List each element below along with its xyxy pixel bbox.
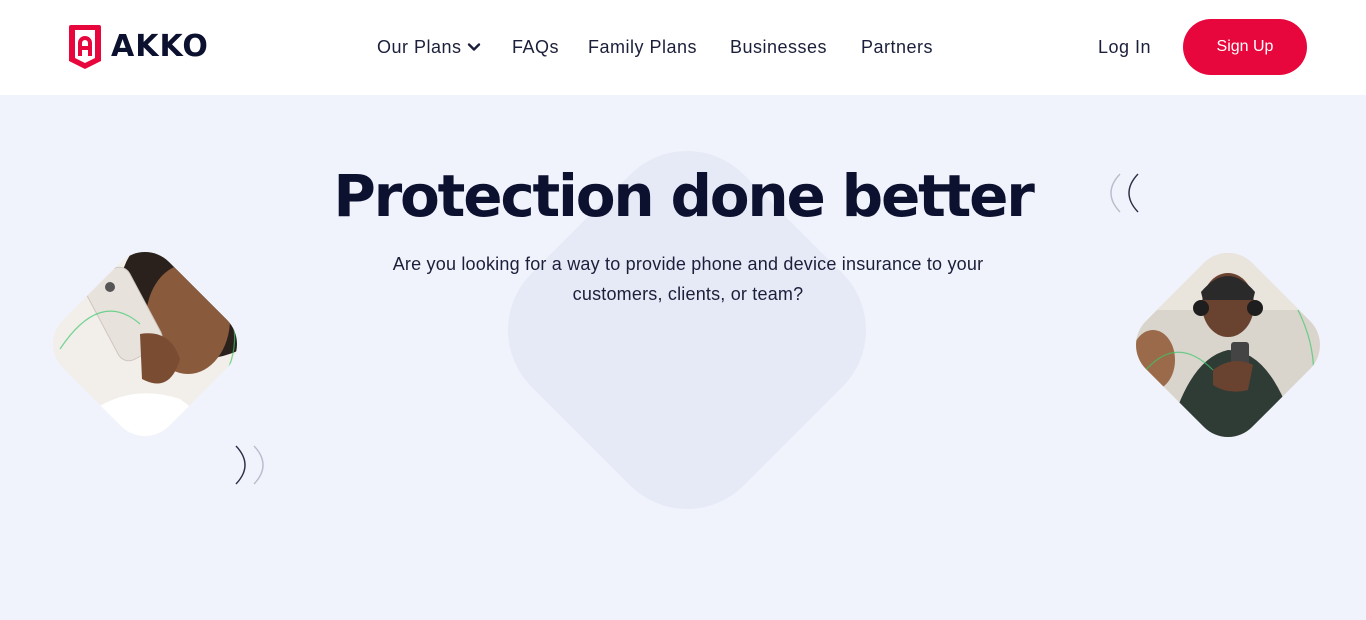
nav-item-family-plans[interactable]: Family Plans <box>588 35 697 59</box>
nav-item-businesses[interactable]: Businesses <box>730 35 827 59</box>
hero-title: Protection done better <box>333 162 1035 230</box>
nav-item-partners[interactable]: Partners <box>861 35 933 59</box>
signup-button[interactable]: Sign Up <box>1183 19 1307 75</box>
logo-wordmark: AKKO <box>111 29 209 64</box>
top-navigation-bar: AKKO Our Plans FAQs Family Plans Busines… <box>0 0 1366 95</box>
double-chevron-right-icon <box>235 445 264 485</box>
akko-shield-icon <box>69 25 101 69</box>
woman-on-phone-photo <box>38 237 252 451</box>
hero-subtitle: Are you looking for a way to provide pho… <box>392 254 984 304</box>
nav-item-label: Our Plans <box>377 37 462 57</box>
man-with-headphones-on-train-photo <box>1121 238 1335 452</box>
nav-item-faqs[interactable]: FAQs <box>512 35 559 59</box>
nav-item-our-plans[interactable]: Our Plans <box>377 35 481 59</box>
akko-logo[interactable]: AKKO <box>67 23 209 71</box>
chevron-down-icon <box>467 43 480 51</box>
login-link[interactable]: Log In <box>1098 35 1151 59</box>
